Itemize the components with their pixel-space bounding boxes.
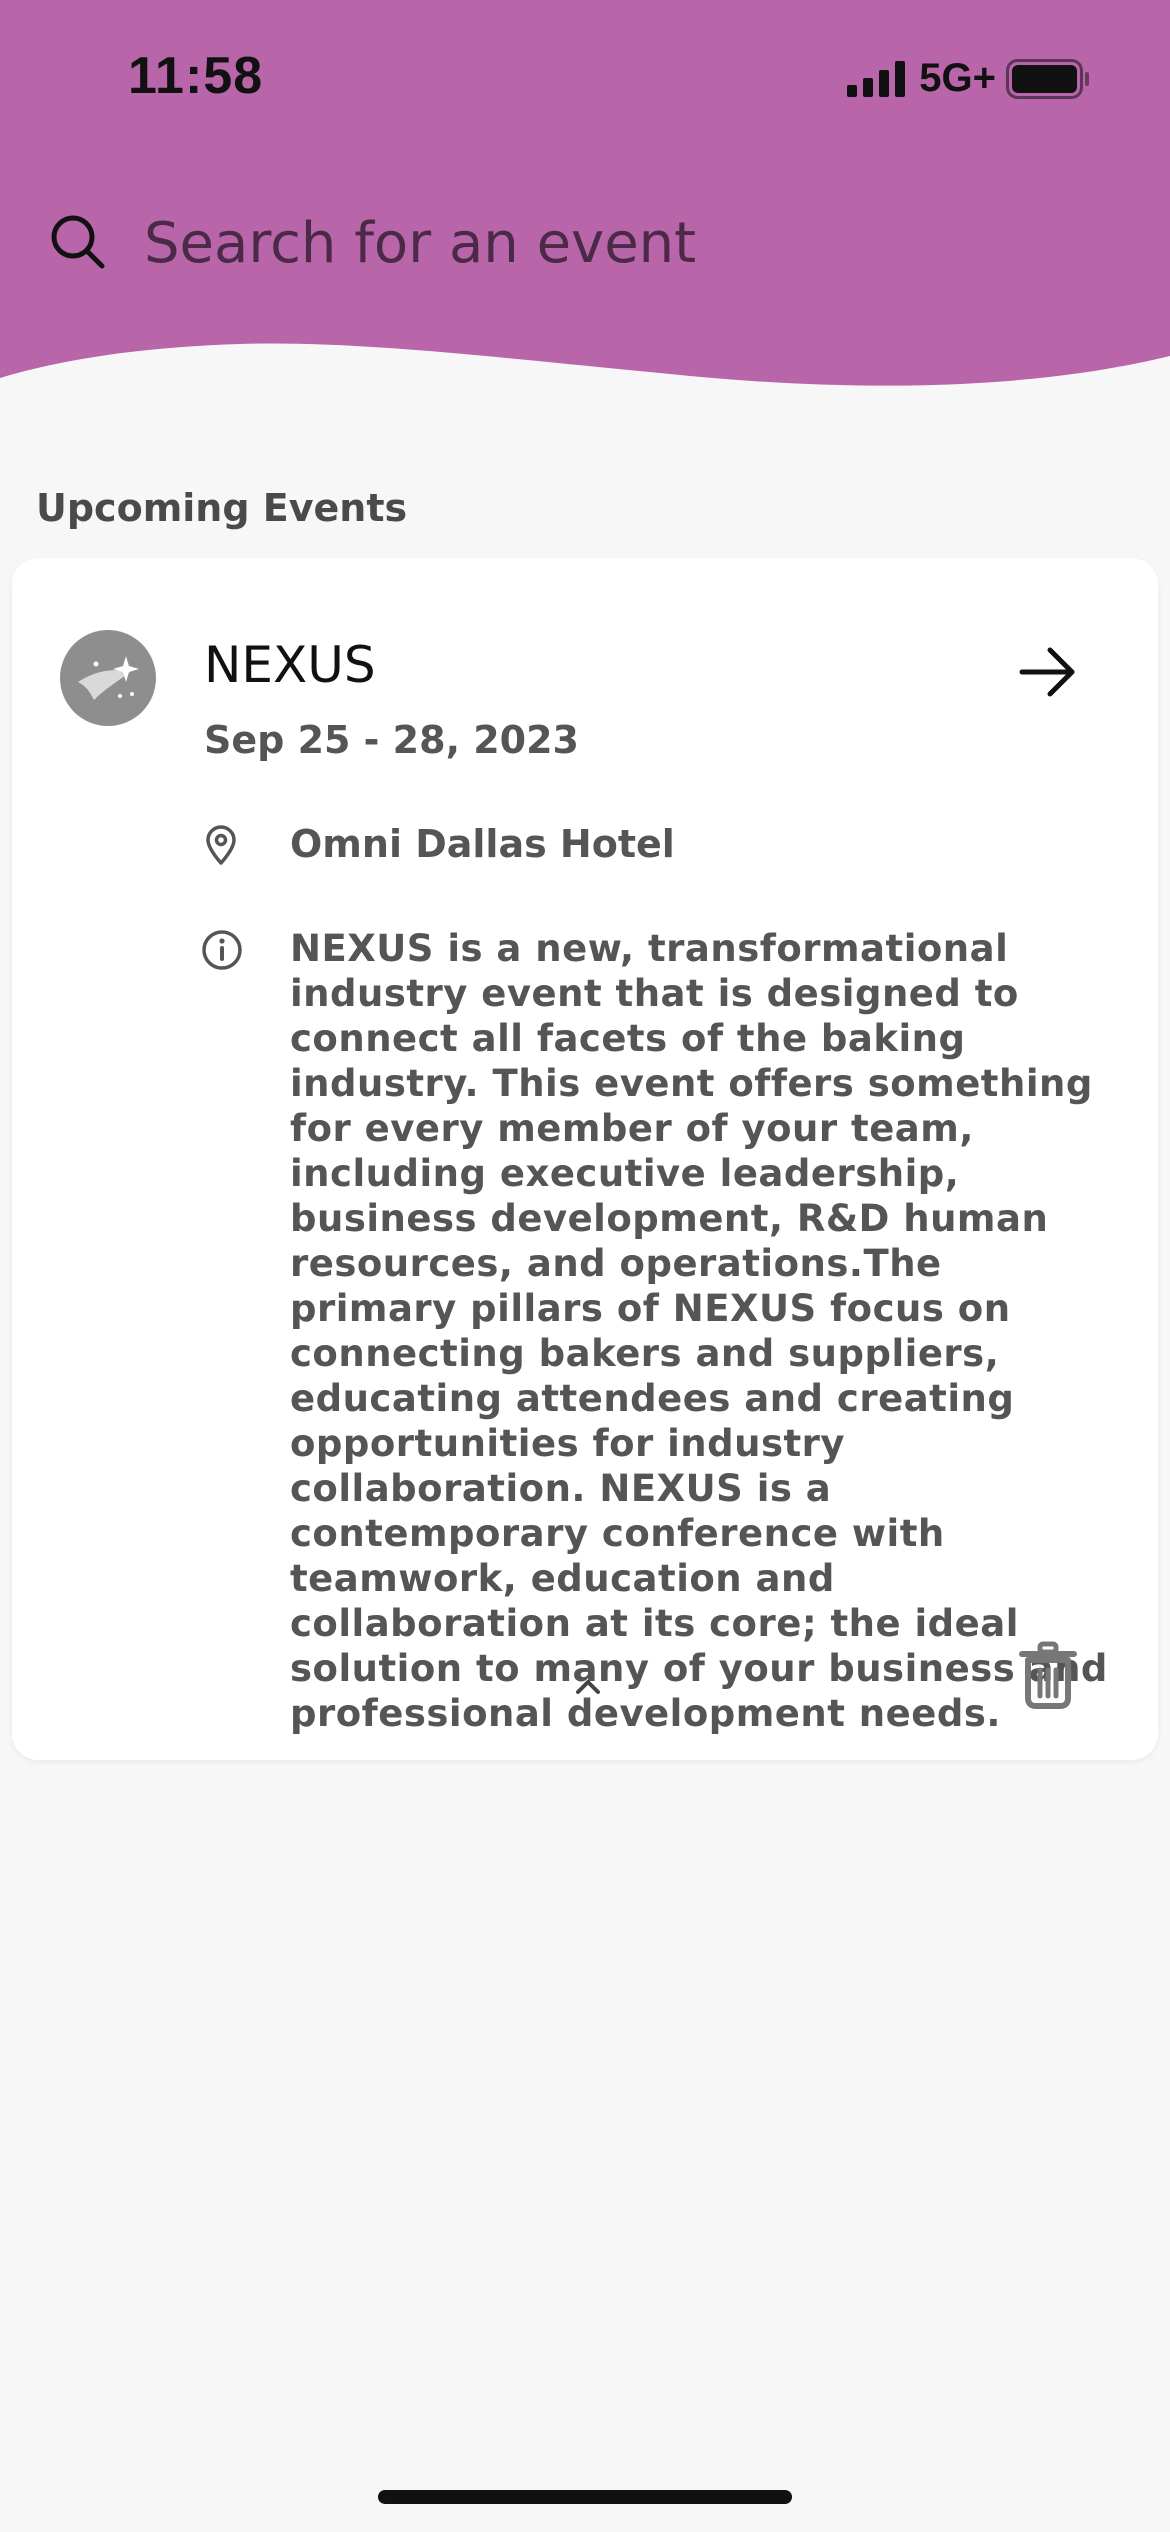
header: 11:58 5G+ bbox=[0, 0, 1170, 400]
home-indicator[interactable] bbox=[378, 2490, 792, 2504]
info-icon bbox=[202, 930, 242, 970]
event-location: Omni Dallas Hotel bbox=[290, 822, 675, 866]
event-title: NEXUS bbox=[204, 636, 376, 694]
trash-icon[interactable] bbox=[1016, 1640, 1080, 1710]
signal-icon bbox=[847, 60, 906, 97]
network-label: 5G+ bbox=[919, 56, 996, 100]
chevron-up-icon[interactable] bbox=[564, 1668, 612, 1704]
search-icon[interactable] bbox=[48, 212, 108, 272]
event-description: NEXUS is a new, transformational industr… bbox=[290, 927, 1108, 1735]
event-avatar bbox=[60, 630, 156, 726]
status-time: 11:58 bbox=[128, 47, 264, 105]
event-date: Sep 25 - 28, 2023 bbox=[204, 718, 579, 762]
section-title: Upcoming Events bbox=[36, 486, 408, 530]
map-pin-icon bbox=[206, 825, 236, 865]
event-card[interactable]: NEXUS Sep 25 - 28, 2023 Omni Dallas Hote… bbox=[12, 558, 1158, 1760]
status-indicators: 5G+ bbox=[847, 56, 1090, 101]
battery-icon bbox=[1006, 58, 1089, 99]
search-input[interactable] bbox=[144, 206, 1044, 280]
arrow-right-icon[interactable] bbox=[1012, 636, 1084, 708]
shooting-star-icon bbox=[78, 656, 139, 700]
